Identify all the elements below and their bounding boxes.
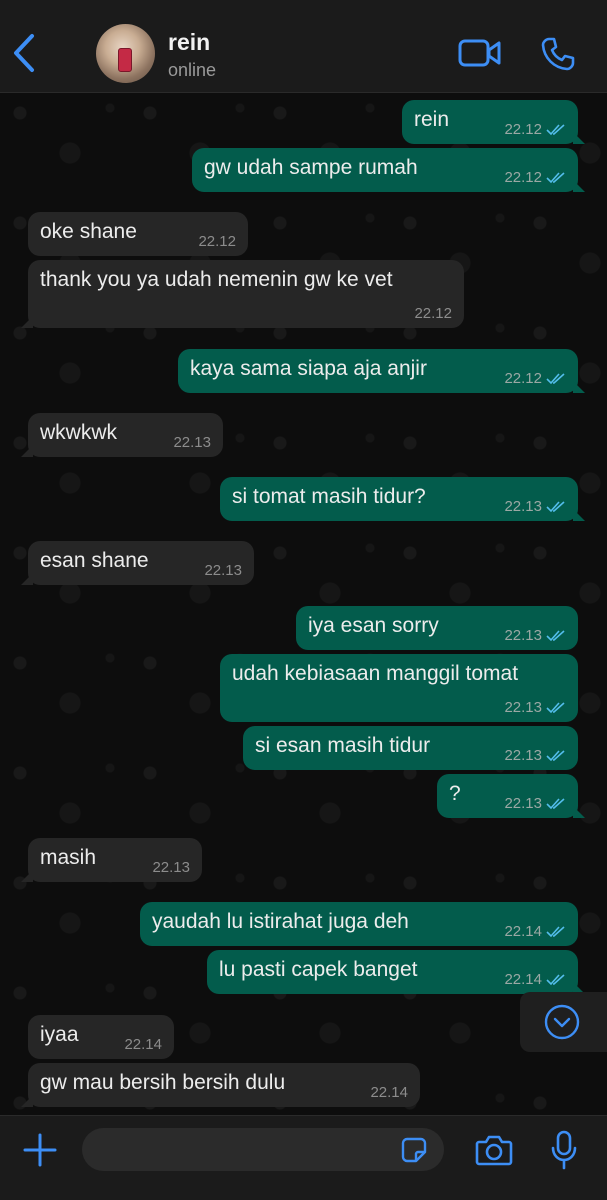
message-bubble-incoming[interactable]: esan shane 22.13 (21, 541, 254, 585)
message-bubble-outgoing[interactable]: udah kebiasaan manggil tomat 22.13 (220, 654, 578, 722)
message-time: 22.12 (198, 233, 236, 250)
contact-status: online (168, 60, 217, 80)
message-text: oke shane (40, 220, 137, 243)
message-text: esan shane (40, 549, 149, 572)
avatar[interactable] (96, 24, 155, 83)
message-time: 22.12 (504, 169, 542, 186)
message-text: wkwkwk (40, 421, 117, 444)
camera-button[interactable] (475, 1133, 513, 1167)
composer-bar (0, 1115, 607, 1200)
read-double-check-icon (546, 797, 565, 809)
message-bubble-incoming[interactable]: wkwkwk 22.13 (21, 413, 223, 457)
message-time: 22.12 (414, 305, 452, 322)
message-bubble-outgoing[interactable]: gw udah sampe rumah 22.12 (192, 148, 585, 192)
message-list[interactable]: rein 22.12 gw udah sampe rumah 22.12 oke… (0, 93, 607, 1115)
back-button[interactable] (8, 30, 44, 76)
chevron-left-icon (14, 34, 34, 72)
contact-name[interactable]: rein (168, 29, 210, 56)
message-time: 22.13 (504, 627, 542, 644)
camera-icon (475, 1135, 513, 1166)
sticker-icon (401, 1137, 427, 1163)
microphone-button[interactable] (550, 1130, 578, 1170)
message-bubble-outgoing[interactable]: yaudah lu istirahat juga deh 22.14 (140, 902, 578, 946)
message-text: rein (414, 108, 450, 131)
read-double-check-icon (546, 973, 565, 985)
message-text: yaudah lu istirahat juga deh (152, 910, 409, 933)
message-bubble-incoming[interactable]: masih 22.13 (21, 838, 202, 882)
microphone-icon (551, 1130, 577, 1170)
message-bubble-incoming[interactable]: thank you ya udah nemenin gw ke vet 22.1… (21, 260, 464, 328)
message-bubble-outgoing[interactable]: kaya sama siapa aja anjir 22.12 (178, 349, 585, 393)
message-time: 22.12 (504, 121, 542, 138)
message-time: 22.13 (504, 498, 542, 515)
message-input[interactable] (82, 1128, 444, 1171)
message-time: 22.13 (504, 795, 542, 812)
read-double-check-icon (546, 629, 565, 641)
read-double-check-icon (546, 925, 565, 937)
message-time: 22.13 (204, 562, 242, 579)
message-time: 22.14 (370, 1084, 408, 1101)
message-bubble-outgoing[interactable]: si esan masih tidur 22.13 (243, 726, 578, 770)
chat-screen: rein online rein 22.12 gw udah sampe rum… (0, 0, 607, 1200)
avatar-photo-detail (118, 48, 132, 72)
chevron-down-circle-icon (544, 1004, 580, 1040)
message-bubble-incoming[interactable]: iyaa 22.14 (28, 1015, 174, 1059)
message-time: 22.14 (504, 971, 542, 988)
message-time: 22.13 (504, 699, 542, 716)
message-bubble-outgoing[interactable]: lu pasti capek banget 22.14 (207, 950, 585, 994)
message-bubble-outgoing[interactable]: si tomat masih tidur? 22.13 (220, 477, 585, 521)
message-text: iyaa (40, 1023, 79, 1046)
read-double-check-icon (546, 372, 565, 384)
message-text: si esan masih tidur (255, 734, 431, 757)
message-text: masih (40, 846, 97, 869)
message-bubble-outgoing[interactable]: rein 22.12 (402, 100, 585, 144)
message-text: lu pasti capek banget (219, 958, 418, 981)
scroll-to-bottom-button[interactable] (520, 992, 607, 1052)
message-text: kaya sama siapa aja anjir (190, 357, 427, 380)
message-text: gw mau bersih bersih dulu (40, 1071, 286, 1094)
sticker-button[interactable] (401, 1137, 427, 1163)
message-bubble-incoming[interactable]: gw mau bersih bersih dulu 22.14 (21, 1063, 420, 1107)
message-bubble-incoming[interactable]: oke shane 22.12 (28, 212, 248, 256)
read-double-check-icon (546, 171, 565, 183)
read-double-check-icon (546, 123, 565, 135)
message-time: 22.13 (504, 747, 542, 764)
read-double-check-icon (546, 701, 565, 713)
message-text: gw udah sampe rumah (204, 156, 418, 179)
video-call-icon (458, 39, 501, 67)
message-time: 22.14 (504, 923, 542, 940)
attach-button[interactable] (22, 1132, 58, 1168)
message-time: 22.14 (124, 1036, 162, 1053)
message-text: ? (449, 782, 461, 805)
message-time: 22.13 (173, 434, 211, 451)
message-text: udah kebiasaan manggil tomat (232, 662, 519, 685)
message-time: 22.13 (152, 859, 190, 876)
phone-icon (541, 37, 575, 71)
read-double-check-icon (546, 500, 565, 512)
chat-header: rein online (0, 0, 607, 93)
message-time: 22.12 (504, 370, 542, 387)
voice-call-button[interactable] (540, 36, 576, 72)
plus-icon (23, 1133, 57, 1167)
video-call-button[interactable] (458, 38, 502, 68)
message-bubble-outgoing[interactable]: iya esan sorry 22.13 (296, 606, 578, 650)
read-double-check-icon (546, 749, 565, 761)
message-text: iya esan sorry (308, 614, 439, 637)
message-bubble-outgoing[interactable]: ? 22.13 (437, 774, 585, 818)
message-text: si tomat masih tidur? (232, 485, 426, 508)
message-text: thank you ya udah nemenin gw ke vet (40, 268, 393, 291)
